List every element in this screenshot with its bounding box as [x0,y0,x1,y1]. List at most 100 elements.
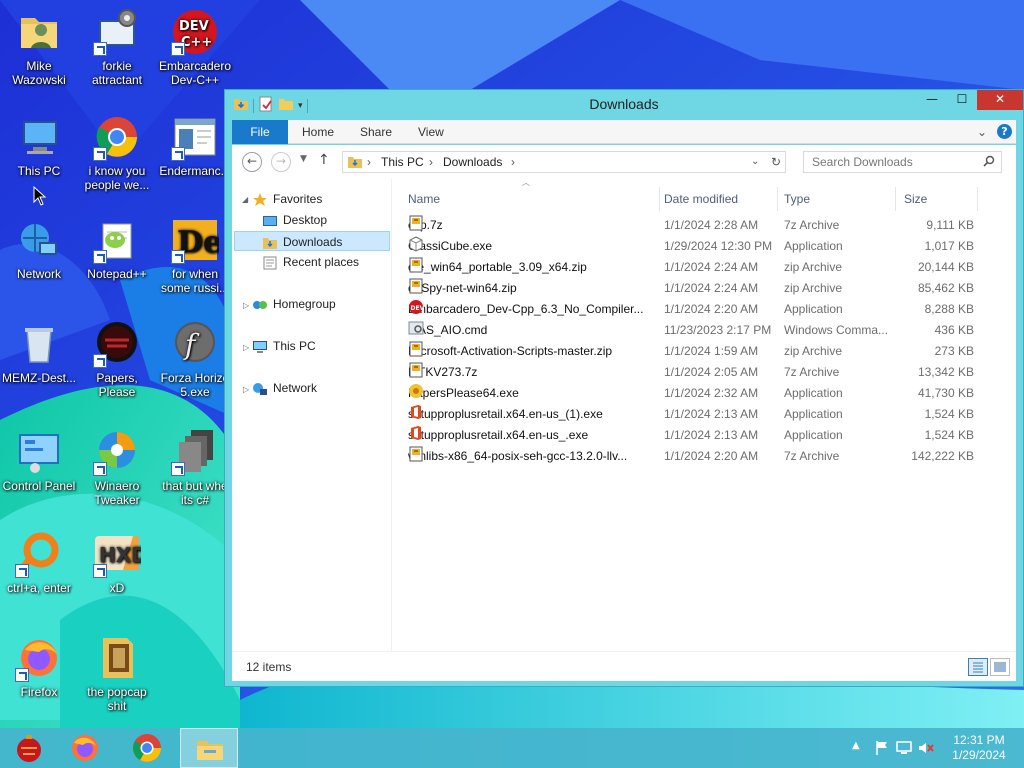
system-tray: ▲ 12:31 PM 1/29/2024 [844,728,1024,768]
file-name[interactable]: setupproplusretail.x64.en-us_.exe [408,425,662,446]
tab-view[interactable]: View [418,120,444,144]
desktop-icon-this-pc[interactable]: This PC [0,113,78,178]
nav-item-recent-places[interactable]: Recent places [262,252,359,272]
up-button[interactable]: ↑ [318,152,330,168]
desktop-icon-memz[interactable]: MEMZ-Dest... [0,320,78,385]
file-row[interactable]: ClassiCube.exe 1/29/2024 12:30 PM Applicat… [408,236,1008,257]
taskbar-firefox[interactable] [56,728,114,768]
expand-ribbon-icon[interactable]: ⌄ [977,125,987,139]
nav-item-desktop[interactable]: Desktop [262,210,327,230]
breadcrumb-downloads[interactable]: Downloads [443,155,502,169]
address-bar[interactable]: › This PC › Downloads › ⌄ ↻ [342,151,786,173]
desktop-icon-papers-please[interactable]: Papers, Please [78,320,156,399]
desktop-icon-winaero-tweaker[interactable]: Winaero Tweaker [78,428,156,507]
column-header-name[interactable]: Name [402,187,660,211]
desktop-icon-for-when-some-russi[interactable]: De for when some russi... [156,216,234,295]
desktop-icon-endermanch[interactable]: Endermanc... [156,113,234,178]
desktop-icon-popcap[interactable]: the popcap shit [78,634,156,713]
tab-file[interactable]: File [232,120,288,144]
breadcrumb-separator[interactable]: › [367,155,371,169]
breadcrumb-this-pc[interactable]: This PC [381,155,424,169]
taskbar-clock[interactable]: 12:31 PM 1/29/2024 [944,733,1014,763]
file-row[interactable]: Microsoft-Activation-Scripts-master.zip 1… [408,341,1008,362]
action-center-flag-icon[interactable] [874,740,890,756]
breadcrumb-separator[interactable]: › [511,155,515,169]
minimize-button[interactable]: — [917,90,947,110]
desktop-icon-devcpp[interactable]: DEV C++ Embarcadero Dev-C++ [156,8,234,87]
file-name[interactable]: setupproplusretail.x64.en-us_(1).exe [408,404,662,425]
recent-locations-icon[interactable]: ▼ [300,154,307,164]
nav-item-homegroup[interactable]: Homegroup [252,294,336,314]
desktop-icon-mike-wazowski[interactable]: Mike Wazowski [0,8,78,87]
desktop-icon-notepadpp[interactable]: Notepad++ [78,216,156,281]
nav-item-network[interactable]: Network [252,378,317,398]
file-row[interactable]: setupproplusretail.x64.en-us_.exe 1/1/202… [408,425,1008,446]
desktop-icon-i-know-you-people[interactable]: i know you people we... [78,113,156,192]
desktop-icon-label: the popcap shit [87,685,147,713]
forward-button[interactable]: → [271,152,291,172]
nav-item-favorites[interactable]: Favorites [252,189,322,209]
desktop-icon-control-panel[interactable]: Control Panel [0,428,78,493]
shortcut-arrow-icon [93,354,107,368]
file-row[interactable]: MAS_AIO.cmd 11/23/2023 2:17 PM Windows Com… [408,320,1008,341]
show-hidden-icons-icon[interactable]: ▲ [852,740,868,756]
close-button[interactable]: ✕ [977,90,1023,110]
desktop-icon-forkie-attractant[interactable]: forkie attractant [78,8,156,87]
taskbar-start-ornament[interactable] [0,728,58,768]
archive-icon [408,215,424,231]
desktop-icon-ctrl-a-enter[interactable]: ctrl+a, enter [0,530,78,595]
nav-item-downloads[interactable]: Downloads [234,231,390,251]
volume-muted-icon[interactable] [918,740,934,756]
file-name[interactable]: MTKV273.7z [408,362,662,383]
network-tray-icon[interactable] [896,740,912,756]
tab-share[interactable]: Share [360,120,392,144]
network-expander-icon[interactable]: ▷ [243,385,251,394]
file-row[interactable]: die_win64_portable_3.09_x64.zip 1/1/2024 … [408,257,1008,278]
help-icon[interactable]: ? [997,124,1012,139]
this-pc-expander-icon[interactable]: ▷ [243,343,251,352]
details-view-button[interactable] [968,658,988,676]
desktop-icon-forza-horizon[interactable]: f Forza Horizo 5.exe [156,320,234,399]
column-header-type[interactable]: Type [778,187,896,211]
file-name[interactable]: ClassiCube.exe [408,236,662,257]
column-header-size[interactable]: Size [898,187,978,211]
file-name[interactable]: winlibs-x86_64-posix-seh-gcc-13.2.0-llv.… [408,446,662,467]
file-name[interactable]: MAS_AIO.cmd [408,320,662,341]
desktop-icon-firefox[interactable]: Firefox [0,634,78,699]
maximize-button[interactable]: ☐ [947,90,977,110]
taskbar-chrome[interactable] [118,728,176,768]
file-row[interactable]: PapersPlease64.exe 1/1/2024 2:32 AM Applic… [408,383,1008,404]
large-icons-view-button[interactable] [990,658,1010,676]
favorites-expander-icon[interactable]: ◢ [242,195,250,204]
nav-item-this-pc[interactable]: This PC [252,336,316,356]
desktop-icon-network[interactable]: Network [0,216,78,281]
taskbar-file-explorer[interactable] [180,728,238,768]
file-name[interactable]: PapersPlease64.exe [408,383,662,404]
desktop-icon-label: Papers, Please [96,371,138,399]
desktop-icon-that-but-when[interactable]: that but whe its c# [156,428,234,507]
address-dropdown-icon[interactable]: ⌄ [751,156,759,167]
homegroup-expander-icon[interactable]: ▷ [243,301,251,310]
desktop-icon-label: Winaero Tweaker [94,479,140,507]
file-row[interactable]: setupproplusretail.x64.en-us_(1).exe 1/1/… [408,404,1008,425]
file-name[interactable]: DEV Embarcadero_Dev-Cpp_6.3_No_Compiler..… [408,299,662,320]
file-row[interactable]: DEV Embarcadero_Dev-Cpp_6.3_No_Compiler..… [408,299,1008,320]
file-name[interactable]: Microsoft-Activation-Scripts-master.zip [408,341,662,362]
file-row[interactable]: winlibs-x86_64-posix-seh-gcc-13.2.0-llv.… [408,446,1008,467]
back-button[interactable]: ← [242,152,262,172]
search-input[interactable]: Search Downloads [803,151,1002,173]
file-name[interactable]: dnSpy-net-win64.zip [408,278,662,299]
title-bar[interactable]: ▾ Downloads — ☐ ✕ [225,90,1023,118]
file-explorer-window[interactable]: ▾ Downloads — ☐ ✕ File Home Share View ⌄… [224,89,1024,687]
breadcrumb-separator[interactable]: › [429,155,433,169]
refresh-icon[interactable]: ↻ [771,155,781,169]
column-header-date[interactable]: Date modified [658,187,778,211]
file-date-modified: 1/1/2024 1:59 AM [664,344,759,358]
file-row[interactable]: dnSpy-net-win64.zip 1/1/2024 2:24 AM zip A… [408,278,1008,299]
file-row[interactable]: ccp.7z 1/1/2024 2:28 AM 7z Archive 9,111 KB [408,215,1008,236]
desktop-icon-xd[interactable]: HXD xD [78,530,156,595]
tab-home[interactable]: Home [302,120,334,144]
file-name[interactable]: die_win64_portable_3.09_x64.zip [408,257,662,278]
file-row[interactable]: MTKV273.7z 1/1/2024 2:05 AM 7z Archive 13,3… [408,362,1008,383]
file-name[interactable]: ccp.7z [408,215,662,236]
